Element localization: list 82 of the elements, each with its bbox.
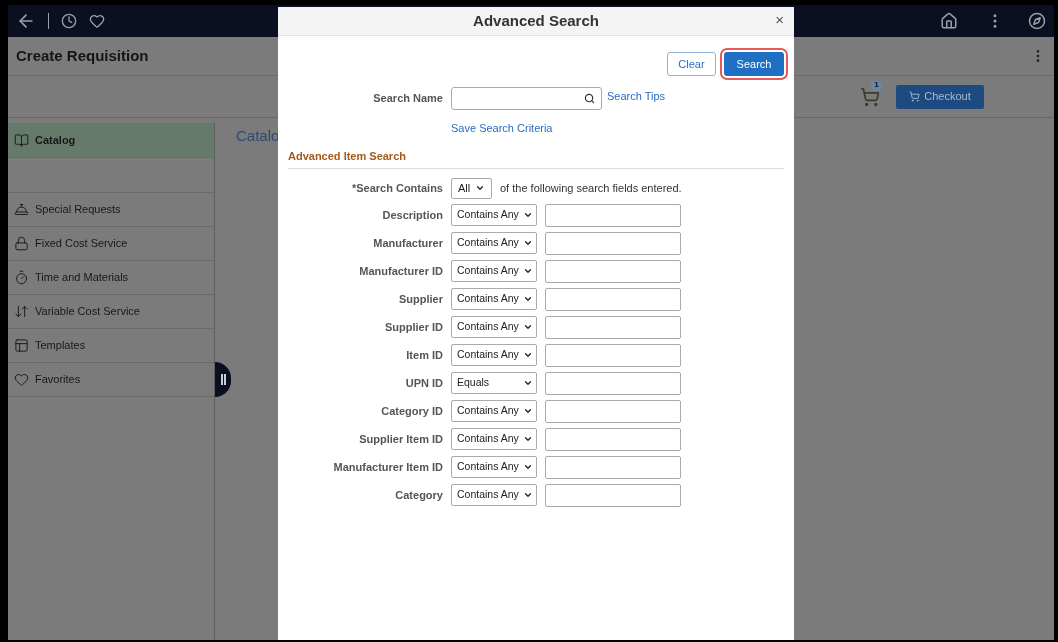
field-label: Supplier ID	[383, 319, 443, 335]
sidebar-item[interactable]: Fixed Cost Service	[8, 227, 214, 261]
compass-icon[interactable]	[1028, 12, 1046, 30]
arrows-icon	[14, 304, 29, 319]
field-label: Description	[381, 207, 443, 223]
field-label: Manufacturer ID	[358, 263, 443, 279]
sidebar-item[interactable]: Favorites	[8, 363, 214, 397]
field-label: Item ID	[405, 347, 443, 363]
collapse-handle[interactable]	[215, 362, 231, 397]
sidebar-item[interactable]: Time and Materials	[8, 261, 214, 295]
field-label: Manufacturer	[372, 235, 443, 251]
timer-icon	[14, 270, 29, 285]
chevron-icon	[475, 183, 485, 193]
operator-select[interactable]: Contains Any	[451, 456, 537, 478]
operator-select[interactable]: Contains Any	[451, 260, 537, 282]
search-contains-hint: of the following search fields entered.	[500, 180, 682, 196]
operator-select[interactable]: Contains Any	[451, 204, 537, 226]
template-icon	[14, 338, 29, 353]
search-value-field[interactable]	[545, 483, 681, 507]
lock-icon	[14, 236, 29, 251]
dialog-title: Advanced Search	[473, 10, 599, 31]
bell-icon	[14, 202, 29, 217]
clear-button[interactable]: Clear	[667, 52, 716, 76]
search-value-field[interactable]	[545, 259, 681, 283]
cart-count-badge: 1	[871, 79, 882, 91]
book-icon	[14, 132, 29, 148]
operator-select[interactable]: Contains Any	[451, 344, 537, 366]
sidebar-item[interactable]: Catalog	[8, 123, 214, 158]
field-label: UPN ID	[404, 375, 443, 391]
search-value-field[interactable]	[545, 287, 681, 311]
chevron-icon	[523, 266, 533, 276]
chevron-icon	[523, 350, 533, 360]
history-icon[interactable]	[61, 13, 77, 29]
favorites-icon[interactable]	[89, 13, 105, 29]
chevron-icon	[523, 238, 533, 248]
sidebar-item[interactable]: Variable Cost Service	[8, 295, 214, 329]
chevron-icon	[523, 490, 533, 500]
search-name-label: Search Name	[372, 91, 443, 107]
operator-select[interactable]: Contains Any	[451, 232, 537, 254]
operator-select[interactable]: Contains Any	[451, 400, 537, 422]
search-value-field[interactable]	[545, 371, 681, 395]
field-label: Category	[394, 487, 443, 503]
chevron-icon	[523, 294, 533, 304]
search-value-field[interactable]	[545, 315, 681, 339]
content-heading: Catalo	[236, 127, 280, 144]
chevron-icon	[523, 322, 533, 332]
search-contains-select[interactable]: All	[451, 177, 492, 199]
operator-select[interactable]: Contains Any	[451, 428, 537, 450]
operator-select[interactable]: Equals	[451, 372, 537, 394]
search-icon[interactable]	[584, 93, 595, 104]
search-value-field[interactable]	[545, 343, 681, 367]
field-label: Supplier	[398, 291, 443, 307]
field-label: Supplier Item ID	[358, 431, 443, 447]
chevron-icon	[523, 378, 533, 388]
operator-select[interactable]: Contains Any	[451, 288, 537, 310]
chevron-icon	[523, 434, 533, 444]
checkout-button[interactable]: Checkout	[896, 84, 984, 109]
field-label: Manufacturer Item ID	[332, 459, 443, 475]
operator-select[interactable]: Contains Any	[451, 316, 537, 338]
search-value-field[interactable]	[545, 399, 681, 423]
page-title: Create Requisition	[16, 45, 149, 66]
search-name-field[interactable]	[451, 87, 602, 110]
save-search-criteria-link[interactable]: Save Search Criteria	[451, 120, 553, 137]
search-value-field[interactable]	[545, 455, 681, 479]
search-value-field[interactable]	[545, 231, 681, 255]
operator-select[interactable]: Contains Any	[451, 484, 537, 506]
sidebar-item[interactable]: Special Requests	[8, 193, 214, 227]
home-icon[interactable]	[940, 12, 958, 30]
search-tips-link[interactable]: Search Tips	[607, 88, 666, 105]
cart-icon[interactable]	[860, 86, 880, 107]
chevron-icon	[523, 406, 533, 416]
chevron-icon	[523, 210, 533, 220]
heart-icon	[14, 372, 29, 387]
sidebar-item[interactable]: Templates	[8, 329, 214, 363]
section-heading: Advanced Item Search	[288, 149, 406, 162]
chevron-icon	[523, 462, 533, 472]
search-value-field[interactable]	[545, 427, 681, 451]
search-value-field[interactable]	[545, 203, 681, 227]
close-button[interactable]: ×	[775, 12, 784, 27]
search-contains-label: *Search Contains	[350, 180, 443, 196]
cart-icon	[909, 91, 921, 102]
field-label: Category ID	[380, 403, 443, 419]
